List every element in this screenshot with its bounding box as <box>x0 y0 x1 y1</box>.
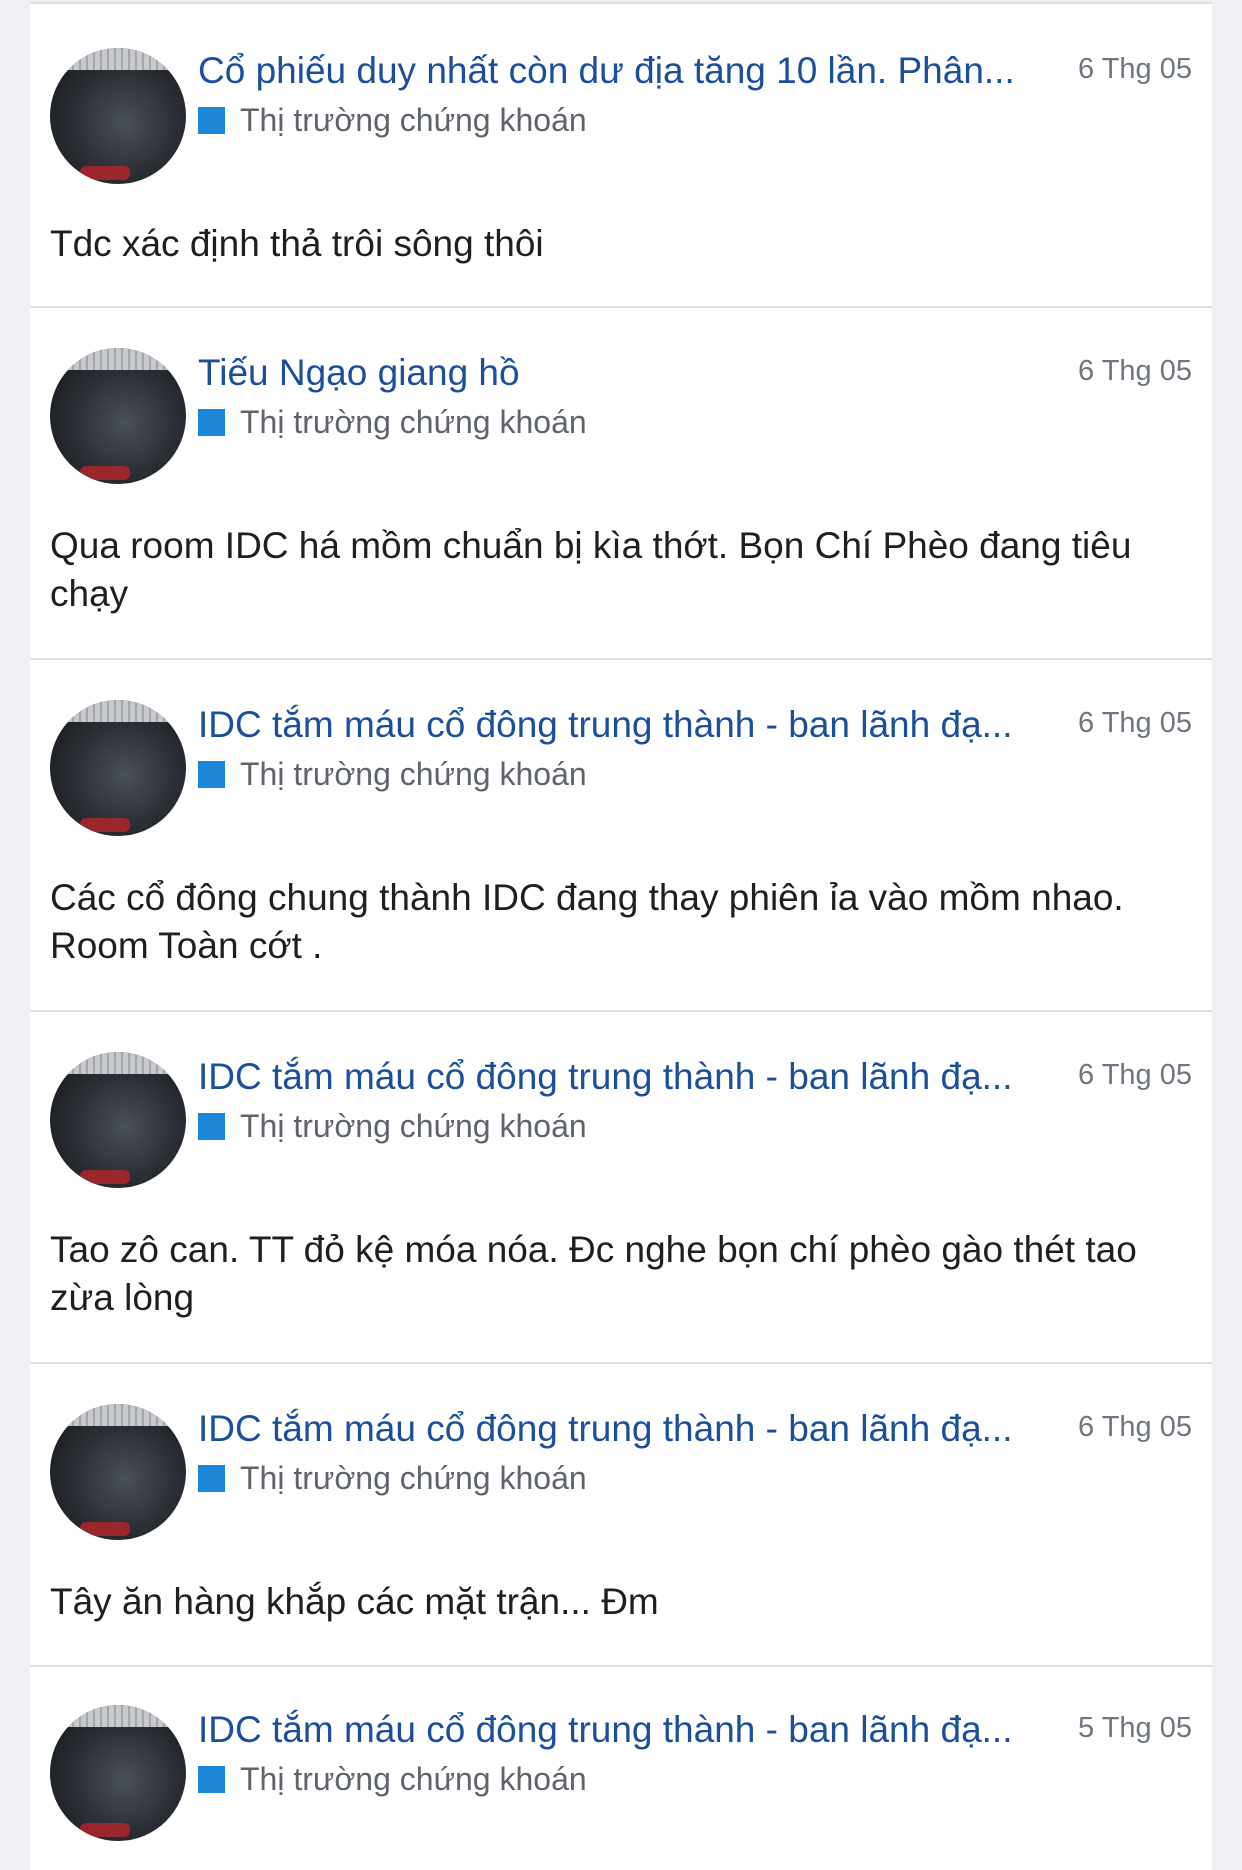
user-avatar[interactable] <box>50 48 186 184</box>
forum-category[interactable]: Thị trường chứng khoán <box>198 100 587 140</box>
post-feed: Cổ phiếu duy nhất còn dư địa tăng 10 lần… <box>30 0 1212 1870</box>
post-excerpt[interactable]: Tdc xác định thả trôi sông thôi <box>50 220 1188 268</box>
user-avatar[interactable] <box>50 700 186 836</box>
thread-title-link[interactable]: IDC tắm máu cổ đông trung thành - ban lã… <box>198 1705 1068 1755</box>
post-excerpt[interactable]: Qua room IDC há mồm chuẩn bị kìa thớt. B… <box>50 522 1188 618</box>
forum-category[interactable]: Thị trường chứng khoán <box>198 402 587 442</box>
category-square-icon <box>198 761 225 788</box>
post-date: 6 Thg 05 <box>1078 355 1192 387</box>
post-card[interactable]: Cổ phiếu duy nhất còn dư địa tăng 10 lần… <box>30 2 1212 308</box>
forum-category[interactable]: Thị trường chứng khoán <box>198 1458 587 1498</box>
post-card[interactable]: IDC tắm máu cổ đông trung thành - ban lã… <box>30 1665 1212 1870</box>
user-avatar[interactable] <box>50 348 186 484</box>
thread-title-link[interactable]: Tiếu Ngạo giang hồ <box>198 348 1068 398</box>
category-label: Thị trường chứng khoán <box>240 756 587 792</box>
category-square-icon <box>198 1113 225 1140</box>
forum-category[interactable]: Thị trường chứng khoán <box>198 1106 587 1146</box>
category-square-icon <box>198 1766 225 1793</box>
category-label: Thị trường chứng khoán <box>240 1108 587 1144</box>
post-card[interactable]: IDC tắm máu cổ đông trung thành - ban lã… <box>30 1362 1212 1668</box>
post-excerpt[interactable]: Các cổ đông chung thành IDC đang thay ph… <box>50 874 1188 970</box>
post-date: 6 Thg 05 <box>1078 53 1192 85</box>
forum-category[interactable]: Thị trường chứng khoán <box>198 754 587 794</box>
user-avatar[interactable] <box>50 1052 186 1188</box>
post-date: 5 Thg 05 <box>1078 1712 1192 1744</box>
post-date: 6 Thg 05 <box>1078 1411 1192 1443</box>
forum-category[interactable]: Thị trường chứng khoán <box>198 1759 587 1799</box>
post-card[interactable]: Tiếu Ngạo giang hồ 6 Thg 05 Thị trường c… <box>30 306 1212 660</box>
category-label: Thị trường chứng khoán <box>240 404 587 440</box>
thread-title-link[interactable]: IDC tắm máu cổ đông trung thành - ban lã… <box>198 1052 1068 1102</box>
category-square-icon <box>198 409 225 436</box>
post-excerpt[interactable]: Tây ăn hàng khắp các mặt trận... Đm <box>50 1578 1188 1626</box>
post-card[interactable]: IDC tắm máu cổ đông trung thành - ban lã… <box>30 658 1212 1012</box>
user-avatar[interactable] <box>50 1404 186 1540</box>
thread-title-link[interactable]: IDC tắm máu cổ đông trung thành - ban lã… <box>198 700 1068 750</box>
category-label: Thị trường chứng khoán <box>240 1460 587 1496</box>
category-label: Thị trường chứng khoán <box>240 102 587 138</box>
thread-title-link[interactable]: Cổ phiếu duy nhất còn dư địa tăng 10 lần… <box>198 46 1068 96</box>
user-avatar[interactable] <box>50 1705 186 1841</box>
category-square-icon <box>198 107 225 134</box>
post-excerpt[interactable]: Tao zô can. TT đỏ kệ móa nóa. Đc nghe bọ… <box>50 1226 1188 1322</box>
thread-title-link[interactable]: IDC tắm máu cổ đông trung thành - ban lã… <box>198 1404 1068 1454</box>
post-date: 6 Thg 05 <box>1078 707 1192 739</box>
category-square-icon <box>198 1465 225 1492</box>
post-date: 6 Thg 05 <box>1078 1059 1192 1091</box>
post-card[interactable]: IDC tắm máu cổ đông trung thành - ban lã… <box>30 1010 1212 1364</box>
category-label: Thị trường chứng khoán <box>240 1761 587 1797</box>
